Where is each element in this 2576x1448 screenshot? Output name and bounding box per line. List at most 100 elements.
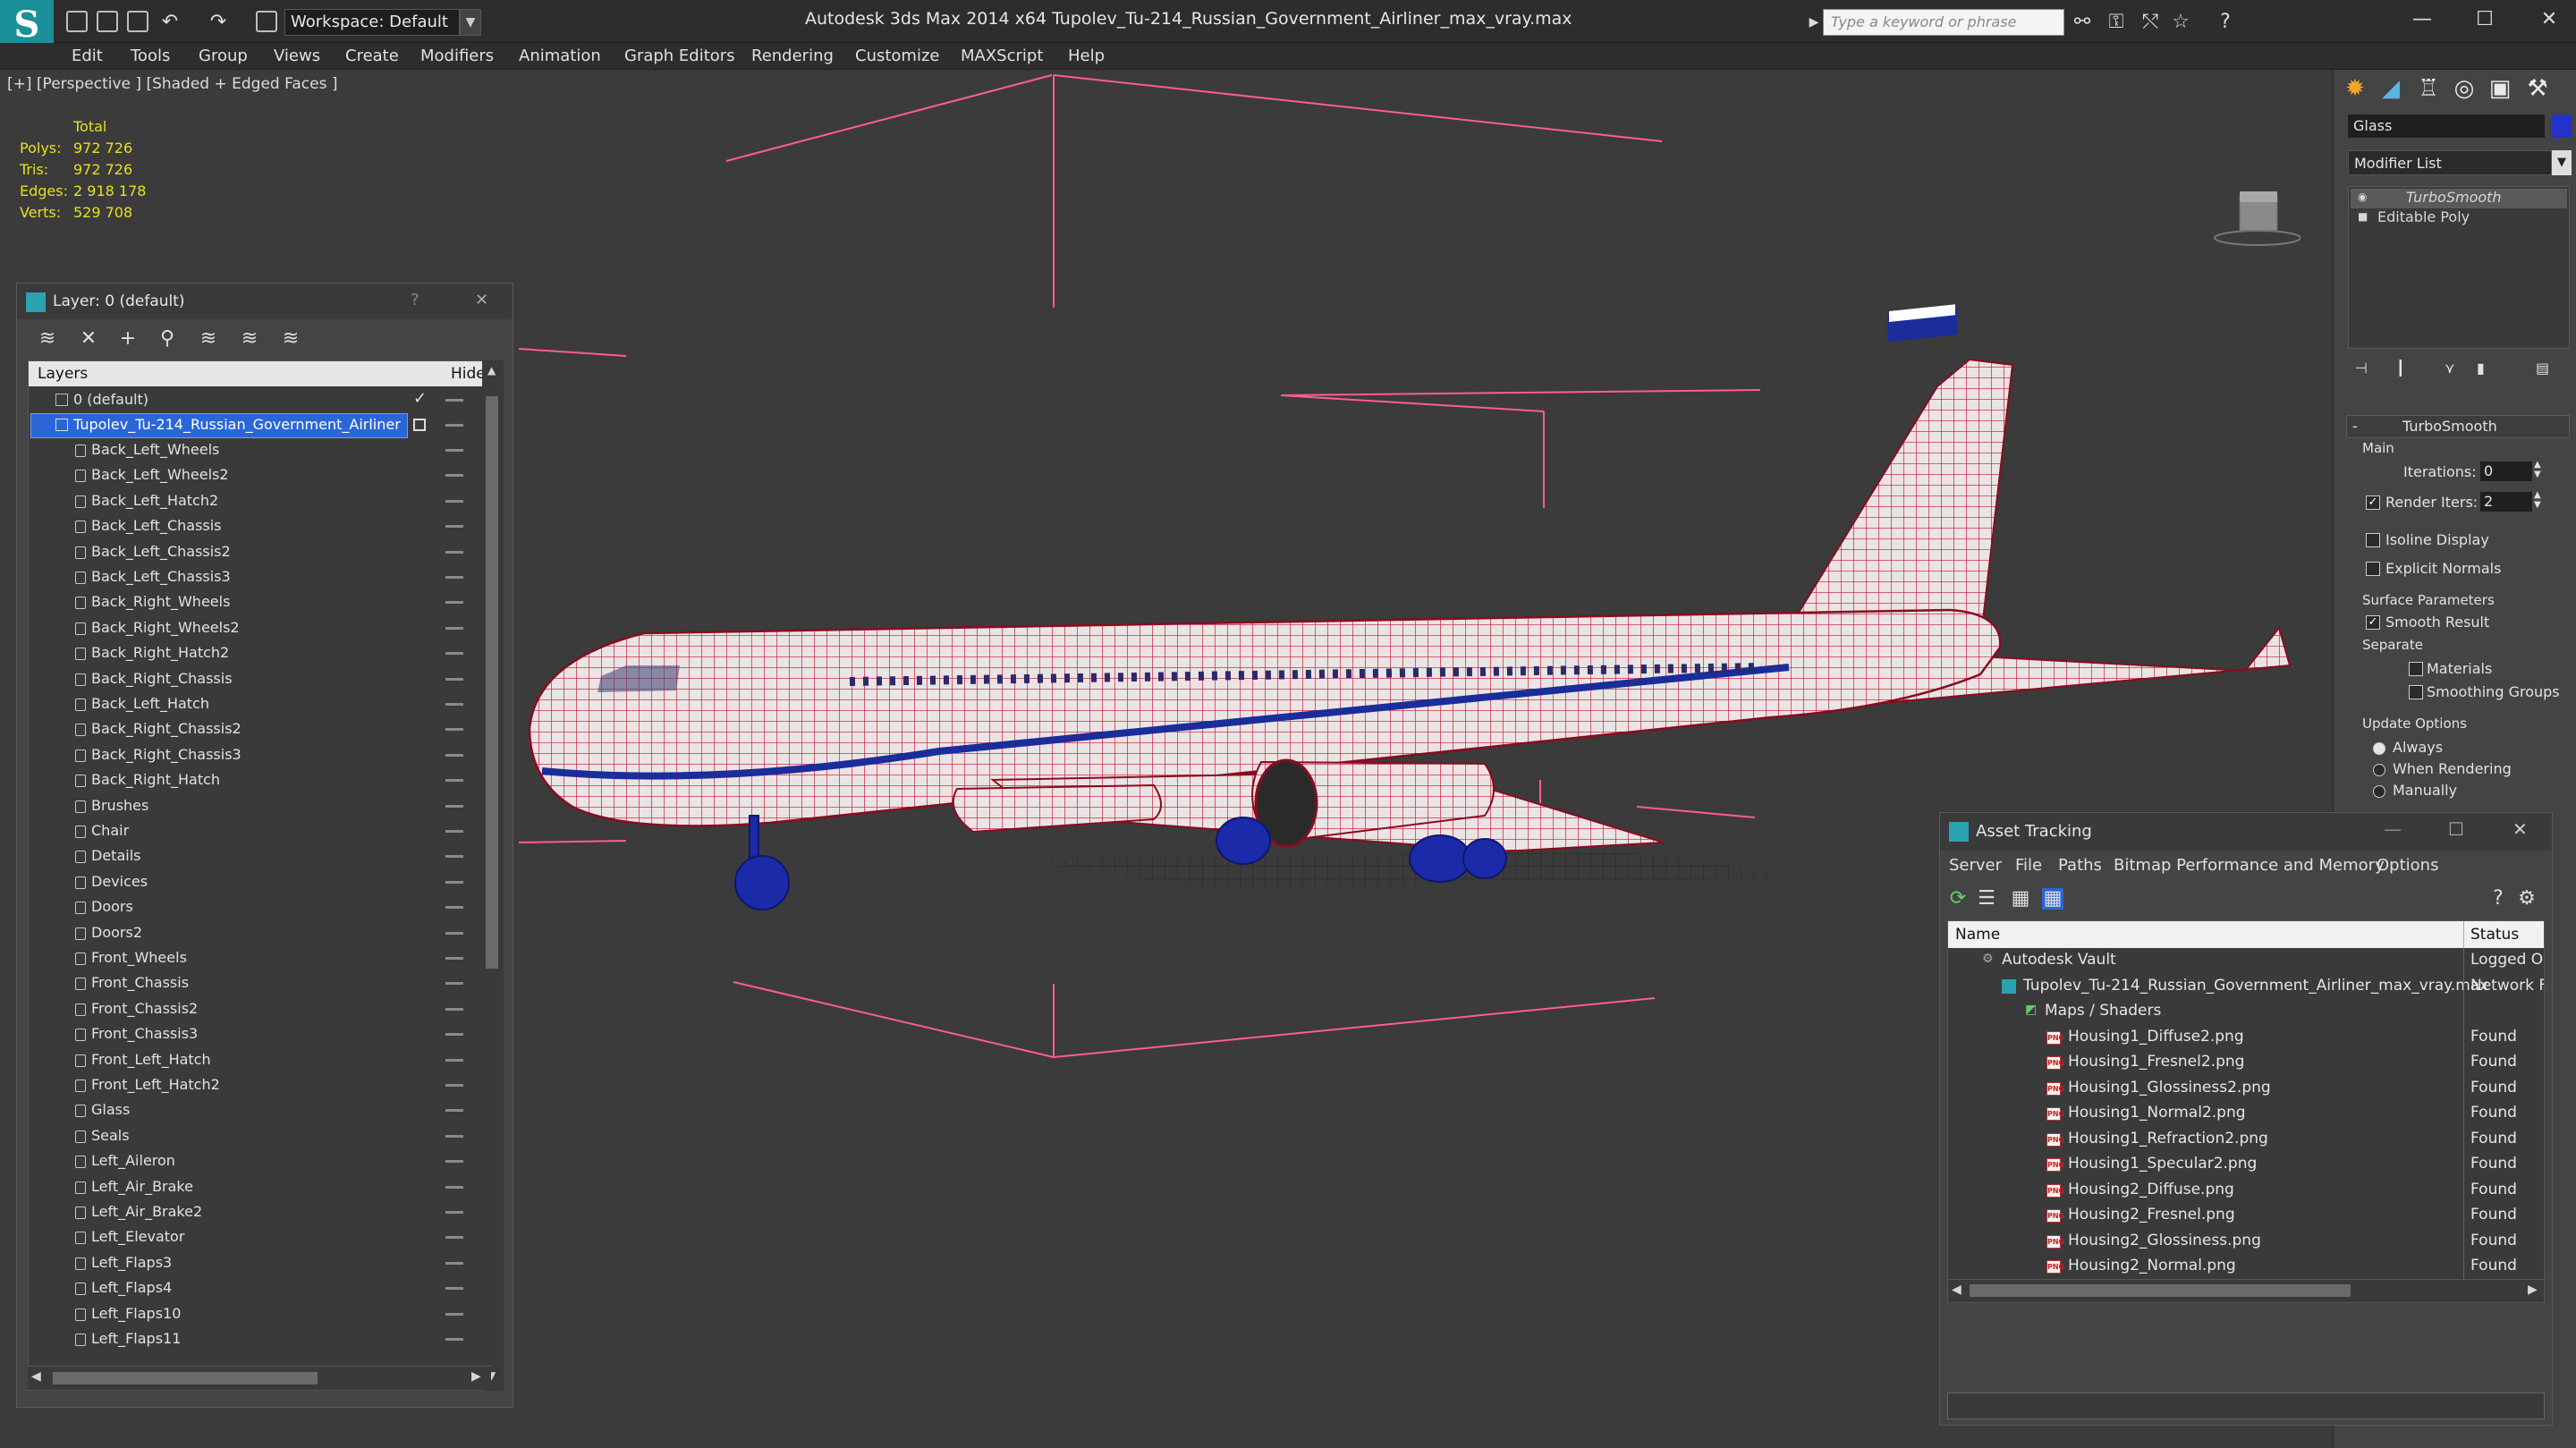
- layer-vertical-scrollbar[interactable]: ▲ ▼: [482, 360, 504, 1391]
- layer-object-row[interactable]: Back_Right_Chassis: [29, 667, 490, 692]
- modifier-list-dropdown[interactable]: Modifier List: [2348, 150, 2552, 175]
- layer-object-row[interactable]: Front_Chassis: [29, 971, 490, 996]
- layer-object-row[interactable]: Back_Left_Chassis3: [29, 565, 490, 590]
- scroll-right-icon[interactable]: ▶: [2528, 1283, 2538, 1297]
- layer-object-row[interactable]: Front_Chassis3: [29, 1022, 490, 1047]
- create-layer-icon[interactable]: ≋: [37, 328, 58, 350]
- menu-maxscript[interactable]: MAXScript: [961, 47, 1043, 65]
- modify-tab-icon[interactable]: ◢: [2375, 73, 2407, 104]
- spinner-arrows-icon[interactable]: ▲ ▼: [2534, 460, 2541, 479]
- chevron-down-icon[interactable]: ▼: [460, 9, 481, 36]
- asset-horizontal-scrollbar[interactable]: ◀ ▶: [1948, 1279, 2544, 1302]
- hide-toggle[interactable]: [445, 1211, 463, 1214]
- settings-icon[interactable]: ⚙: [2516, 888, 2538, 910]
- maximize-icon[interactable]: ☐: [2467, 4, 2503, 36]
- layer-object-row[interactable]: Back_Left_Hatch: [29, 692, 490, 717]
- scroll-right-icon[interactable]: ▶: [471, 1369, 481, 1384]
- hide-toggle[interactable]: [445, 804, 463, 808]
- col-hide[interactable]: Hide: [451, 365, 486, 383]
- remove-modifier-icon[interactable]: ▮: [2477, 360, 2485, 377]
- menu-tools[interactable]: Tools: [131, 47, 170, 65]
- layer-object-row[interactable]: Front_Wheels: [29, 946, 490, 971]
- asset-row-map[interactable]: PNG Housing1_Refraction2.png Found: [1948, 1127, 2544, 1153]
- isoline-checkbox[interactable]: [2366, 533, 2380, 547]
- layer-object-row[interactable]: Back_Right_Hatch: [29, 768, 490, 793]
- manually-radio[interactable]: [2373, 785, 2385, 798]
- scroll-up-icon[interactable]: ▲: [487, 364, 496, 377]
- viewport-label[interactable]: [+] [Perspective ] [Shaded + Edged Faces…: [7, 75, 337, 93]
- scroll-thumb[interactable]: [486, 396, 498, 969]
- hide-toggle[interactable]: [445, 855, 463, 859]
- play-arrow-icon[interactable]: ▶: [1803, 12, 1825, 33]
- hide-toggle[interactable]: [445, 1160, 463, 1164]
- menu-help[interactable]: Help: [1068, 47, 1105, 65]
- when-rendering-radio[interactable]: [2373, 764, 2385, 776]
- hide-toggle[interactable]: [445, 931, 463, 935]
- menu-bitmap-performance[interactable]: Bitmap Performance and Memory: [2114, 856, 2385, 875]
- hide-toggle[interactable]: [445, 1058, 463, 1062]
- hscroll-thumb[interactable]: [53, 1372, 318, 1384]
- help-icon[interactable]: ?: [2215, 12, 2236, 33]
- minimize-icon[interactable]: —: [2404, 4, 2440, 36]
- project-folder-icon[interactable]: [256, 11, 277, 32]
- asset-row-vault[interactable]: ⚙ Autodesk Vault Logged O: [1948, 948, 2544, 974]
- asset-row-map[interactable]: PNG Housing1_Normal2.png Found: [1948, 1101, 2544, 1127]
- hide-toggle[interactable]: [445, 601, 463, 605]
- materials-checkbox[interactable]: [2409, 662, 2423, 676]
- always-radio[interactable]: [2373, 742, 2385, 755]
- new-file-icon[interactable]: [66, 11, 88, 32]
- layer-object-row[interactable]: Back_Right_Chassis3: [29, 743, 490, 768]
- layer-object-row[interactable]: Back_Right_Hatch2: [29, 641, 490, 666]
- table-view-icon[interactable]: ▦: [2010, 888, 2031, 910]
- maximize-icon[interactable]: ☐: [2448, 818, 2464, 840]
- close-icon[interactable]: ✕: [2512, 818, 2528, 840]
- hide-toggle[interactable]: [445, 703, 463, 706]
- layer-object-row[interactable]: Doors: [29, 895, 490, 920]
- stack-item-editable-poly[interactable]: Editable Poly: [2377, 208, 2470, 225]
- hide-toggle[interactable]: [445, 830, 463, 833]
- help-icon[interactable]: ?: [2487, 888, 2509, 910]
- layer-object-row[interactable]: Left_Elevator: [29, 1225, 490, 1250]
- layer-object-row[interactable]: Left_Air_Brake: [29, 1175, 490, 1200]
- menu-graph-editors[interactable]: Graph Editors: [624, 47, 735, 65]
- collapse-icon[interactable]: -: [2352, 418, 2358, 435]
- hide-toggle[interactable]: [445, 982, 463, 986]
- redo-icon[interactable]: ↷: [208, 12, 229, 33]
- layer-object-row[interactable]: Seals: [29, 1124, 490, 1149]
- hide-toggle[interactable]: [445, 1312, 463, 1316]
- col-name[interactable]: Name: [1955, 926, 2000, 944]
- asset-row-maps[interactable]: ◩ Maps / Shaders: [1948, 999, 2544, 1025]
- viewcube-icon[interactable]: [2211, 188, 2301, 250]
- object-color-swatch[interactable]: [2552, 114, 2572, 138]
- asset-row-map[interactable]: PNG Housing1_Fresnel2.png Found: [1948, 1050, 2544, 1076]
- highlight-layer-icon[interactable]: ≋: [198, 328, 219, 350]
- hide-toggle[interactable]: [445, 474, 463, 478]
- binoculars-icon[interactable]: ⚯: [2072, 12, 2093, 33]
- layer-object-row[interactable]: Left_Flaps3: [29, 1251, 490, 1276]
- layer-object-row[interactable]: Back_Left_Chassis: [29, 514, 490, 539]
- hide-toggle[interactable]: [445, 449, 463, 452]
- hide-toggle[interactable]: [445, 906, 463, 910]
- configure-sets-icon[interactable]: ▤: [2536, 360, 2549, 377]
- hide-toggle[interactable]: [445, 1007, 463, 1011]
- hide-toggle[interactable]: [445, 779, 463, 783]
- layer-object-row[interactable]: Back_Left_Chassis2: [29, 540, 490, 565]
- menu-options[interactable]: Options: [2377, 856, 2438, 875]
- grid-view-icon[interactable]: ▦: [2042, 888, 2063, 910]
- hide-toggle[interactable]: [445, 728, 463, 732]
- asset-row-map[interactable]: PNG Housing1_Diffuse2.png Found: [1948, 1025, 2544, 1051]
- menu-edit[interactable]: Edit: [72, 47, 103, 65]
- spinner-arrows-icon[interactable]: ▲ ▼: [2534, 490, 2541, 510]
- modifier-stack[interactable]: ◉ TurboSmooth ■ Editable Poly: [2348, 186, 2570, 349]
- layer-row-selected[interactable]: Tupolev_Tu-214_Russian_Government_Airlin…: [29, 413, 490, 438]
- hierarchy-tab-icon[interactable]: ♖: [2412, 73, 2445, 104]
- layer-object-row[interactable]: Left_Flaps4: [29, 1276, 490, 1301]
- smoothing-groups-checkbox[interactable]: [2409, 685, 2423, 699]
- menu-rendering[interactable]: Rendering: [751, 47, 834, 65]
- layer-object-row[interactable]: Left_Aileron: [29, 1149, 490, 1174]
- menu-modifiers[interactable]: Modifiers: [420, 47, 494, 65]
- layer-object-row[interactable]: Back_Left_Wheels2: [29, 463, 490, 488]
- object-name-field[interactable]: Glass: [2348, 114, 2545, 138]
- render-iters-spinner[interactable]: 2: [2480, 492, 2532, 512]
- display-tab-icon[interactable]: ▣: [2484, 73, 2516, 104]
